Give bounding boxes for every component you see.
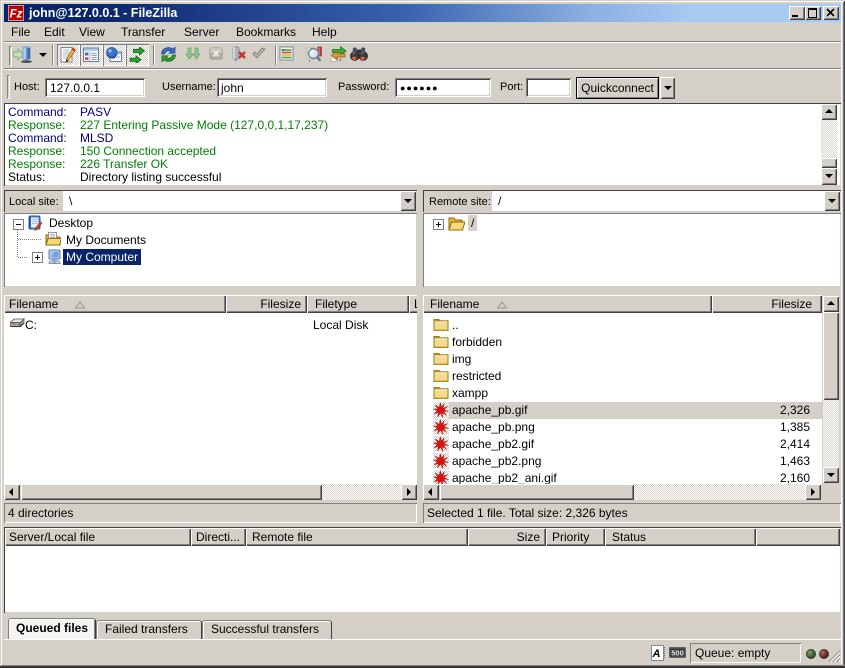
svg-text:A: A: [652, 648, 661, 660]
svg-text:500: 500: [671, 648, 684, 657]
svg-text:Fz: Fz: [10, 9, 23, 21]
